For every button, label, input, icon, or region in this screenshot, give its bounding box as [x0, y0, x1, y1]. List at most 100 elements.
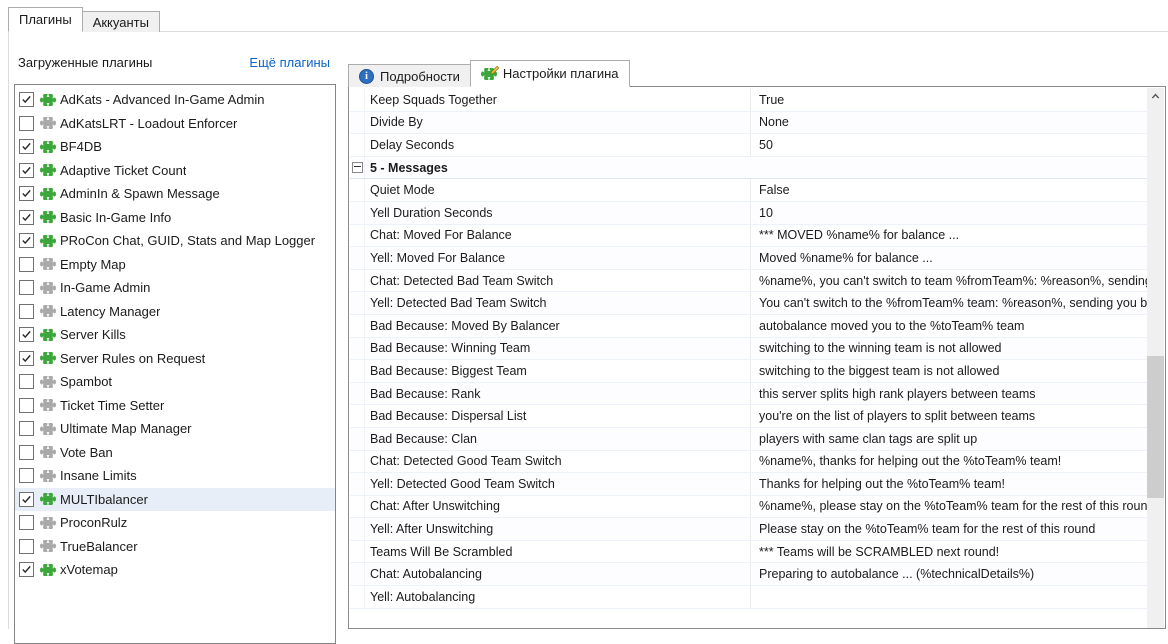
plugin-list-item[interactable]: Latency Manager — [15, 300, 335, 324]
collapse-minus-icon[interactable] — [352, 162, 363, 173]
setting-value[interactable]: None — [751, 112, 1147, 134]
settings-row[interactable]: Teams Will Be Scrambled*** Teams will be… — [350, 541, 1147, 564]
settings-row[interactable]: Delay Seconds50 — [350, 134, 1147, 157]
settings-row[interactable]: Yell: After UnswitchingPlease stay on th… — [350, 518, 1147, 541]
plugin-list-item[interactable]: AdKats - Advanced In-Game Admin — [15, 88, 335, 112]
setting-value[interactable]: %name%, thanks for helping out the %toTe… — [751, 451, 1147, 473]
plugin-checkbox[interactable] — [19, 210, 34, 225]
settings-row[interactable]: Yell: Detected Bad Team SwitchYou can't … — [350, 292, 1147, 315]
plugin-list-item[interactable]: Vote Ban — [15, 441, 335, 465]
setting-value[interactable]: players with same clan tags are split up — [751, 428, 1147, 450]
settings-row[interactable]: Yell: Autobalancing — [350, 586, 1147, 609]
settings-row[interactable]: Yell Duration Seconds10 — [350, 202, 1147, 225]
plugin-checkbox[interactable] — [19, 421, 34, 436]
plugin-list-item[interactable]: Basic In-Game Info — [15, 206, 335, 230]
settings-row[interactable]: Bad Because: Biggest Teamswitching to th… — [350, 360, 1147, 383]
plugin-name: Vote Ban — [60, 445, 113, 460]
settings-scrollbar[interactable] — [1147, 88, 1164, 628]
scrollbar-up-icon[interactable] — [1147, 88, 1164, 105]
setting-value[interactable]: you're on the list of players to split b… — [751, 405, 1147, 427]
setting-value[interactable]: switching to the biggest team is not all… — [751, 360, 1147, 382]
plugin-checkbox[interactable] — [19, 492, 34, 507]
plugin-checkbox[interactable] — [19, 562, 34, 577]
settings-group-row[interactable]: 5 - Messages — [350, 157, 1147, 180]
settings-row[interactable]: Bad Because: Dispersal Listyou're on the… — [350, 405, 1147, 428]
tab-plugins[interactable]: Плагины — [8, 7, 83, 32]
setting-value[interactable]: switching to the winning team is not all… — [751, 338, 1147, 360]
settings-row[interactable]: Bad Because: Clanplayers with same clan … — [350, 428, 1147, 451]
plugin-list-item[interactable]: Ultimate Map Manager — [15, 417, 335, 441]
plugin-checkbox[interactable] — [19, 116, 34, 131]
setting-value[interactable]: Preparing to autobalance ... (%technical… — [751, 563, 1147, 585]
setting-value[interactable]: Moved %name% for balance ... — [751, 247, 1147, 269]
plugin-checkbox[interactable] — [19, 351, 34, 366]
setting-value[interactable] — [751, 586, 1147, 608]
plugin-checkbox[interactable] — [19, 398, 34, 413]
plugin-checkbox[interactable] — [19, 468, 34, 483]
setting-value[interactable]: this server splits high rank players bet… — [751, 383, 1147, 405]
setting-value[interactable]: Please stay on the %toTeam% team for the… — [751, 518, 1147, 540]
plugin-checkbox[interactable] — [19, 257, 34, 272]
settings-row[interactable]: Chat: Detected Good Team Switch%name%, t… — [350, 451, 1147, 474]
setting-value[interactable]: You can't switch to the %fromTeam% team:… — [751, 292, 1147, 314]
plugin-checkbox[interactable] — [19, 327, 34, 342]
settings-row[interactable]: Keep Squads TogetherTrue — [350, 89, 1147, 112]
plugin-list-item[interactable]: Insane Limits — [15, 464, 335, 488]
settings-row[interactable]: Quiet ModeFalse — [350, 179, 1147, 202]
settings-row[interactable]: Chat: AutobalancingPreparing to autobala… — [350, 563, 1147, 586]
settings-row[interactable]: Chat: Detected Bad Team Switch%name%, yo… — [350, 270, 1147, 293]
plugin-list-item[interactable]: Ticket Time Setter — [15, 394, 335, 418]
plugin-list-item[interactable]: AdKatsLRT - Loadout Enforcer — [15, 112, 335, 136]
plugin-list-item[interactable]: xVotemap — [15, 558, 335, 582]
setting-value[interactable]: %name%, you can't switch to team %fromTe… — [751, 270, 1147, 292]
plugin-checkbox[interactable] — [19, 186, 34, 201]
plugin-list-item[interactable]: BF4DB — [15, 135, 335, 159]
setting-value[interactable]: autobalance moved you to the %toTeam% te… — [751, 315, 1147, 337]
settings-row[interactable]: Divide ByNone — [350, 112, 1147, 135]
plugin-list[interactable]: AdKats - Advanced In-Game AdminAdKatsLRT… — [14, 84, 336, 644]
plugin-checkbox[interactable] — [19, 515, 34, 530]
plugin-checkbox[interactable] — [19, 163, 34, 178]
settings-row[interactable]: Bad Because: Rankthis server splits high… — [350, 383, 1147, 406]
plugin-list-item[interactable]: Adaptive Ticket Count — [15, 159, 335, 183]
plugin-checkbox[interactable] — [19, 139, 34, 154]
plugin-checkbox[interactable] — [19, 92, 34, 107]
setting-value[interactable]: 10 — [751, 202, 1147, 224]
plugin-checkbox[interactable] — [19, 304, 34, 319]
settings-row[interactable]: Yell: Detected Good Team SwitchThanks fo… — [350, 473, 1147, 496]
tab-accounts[interactable]: Аккуанты — [82, 11, 160, 32]
plugin-list-item[interactable]: AdminIn & Spawn Message — [15, 182, 335, 206]
setting-value[interactable]: *** MOVED %name% for balance ... — [751, 225, 1147, 247]
plugin-list-item[interactable]: ProconRulz — [15, 511, 335, 535]
setting-value[interactable]: 50 — [751, 134, 1147, 156]
settings-row[interactable]: Bad Because: Winning Teamswitching to th… — [350, 338, 1147, 361]
plugin-checkbox[interactable] — [19, 539, 34, 554]
plugin-checkbox[interactable] — [19, 445, 34, 460]
plugin-checkbox[interactable] — [19, 233, 34, 248]
tab-details[interactable]: iПодробности — [348, 64, 471, 87]
settings-row[interactable]: Bad Because: Moved By Balancerautobalanc… — [350, 315, 1147, 338]
plugin-list-item[interactable]: Server Kills — [15, 323, 335, 347]
setting-value[interactable]: *** Teams will be SCRAMBLED next round! — [751, 541, 1147, 563]
more-plugins-link[interactable]: Ещё плагины — [249, 55, 330, 70]
settings-row[interactable]: Chat: After Unswitching%name%, please st… — [350, 496, 1147, 519]
setting-value[interactable]: %name%, please stay on the %toTeam% team… — [751, 496, 1147, 518]
tab-plugin-settings[interactable]: Настройки плагина — [470, 60, 630, 87]
plugin-checkbox[interactable] — [19, 374, 34, 389]
plugin-list-item[interactable]: Server Rules on Request — [15, 347, 335, 371]
settings-row[interactable]: Yell: Moved For BalanceMoved %name% for … — [350, 247, 1147, 270]
setting-name: Yell Duration Seconds — [365, 202, 751, 224]
plugin-list-item[interactable]: TrueBalancer — [15, 535, 335, 559]
row-margin[interactable] — [350, 157, 365, 179]
plugin-list-item[interactable]: Empty Map — [15, 253, 335, 277]
settings-row[interactable]: Chat: Moved For Balance*** MOVED %name% … — [350, 225, 1147, 248]
setting-value[interactable]: False — [751, 179, 1147, 201]
plugin-list-item[interactable]: MULTIbalancer — [15, 488, 335, 512]
setting-value[interactable]: Thanks for helping out the %toTeam% team… — [751, 473, 1147, 495]
plugin-list-item[interactable]: Spambot — [15, 370, 335, 394]
plugin-list-item[interactable]: In-Game Admin — [15, 276, 335, 300]
plugin-checkbox[interactable] — [19, 280, 34, 295]
plugin-list-item[interactable]: PRoCon Chat, GUID, Stats and Map Logger — [15, 229, 335, 253]
setting-value[interactable]: True — [751, 89, 1147, 111]
scrollbar-thumb[interactable] — [1147, 356, 1164, 498]
